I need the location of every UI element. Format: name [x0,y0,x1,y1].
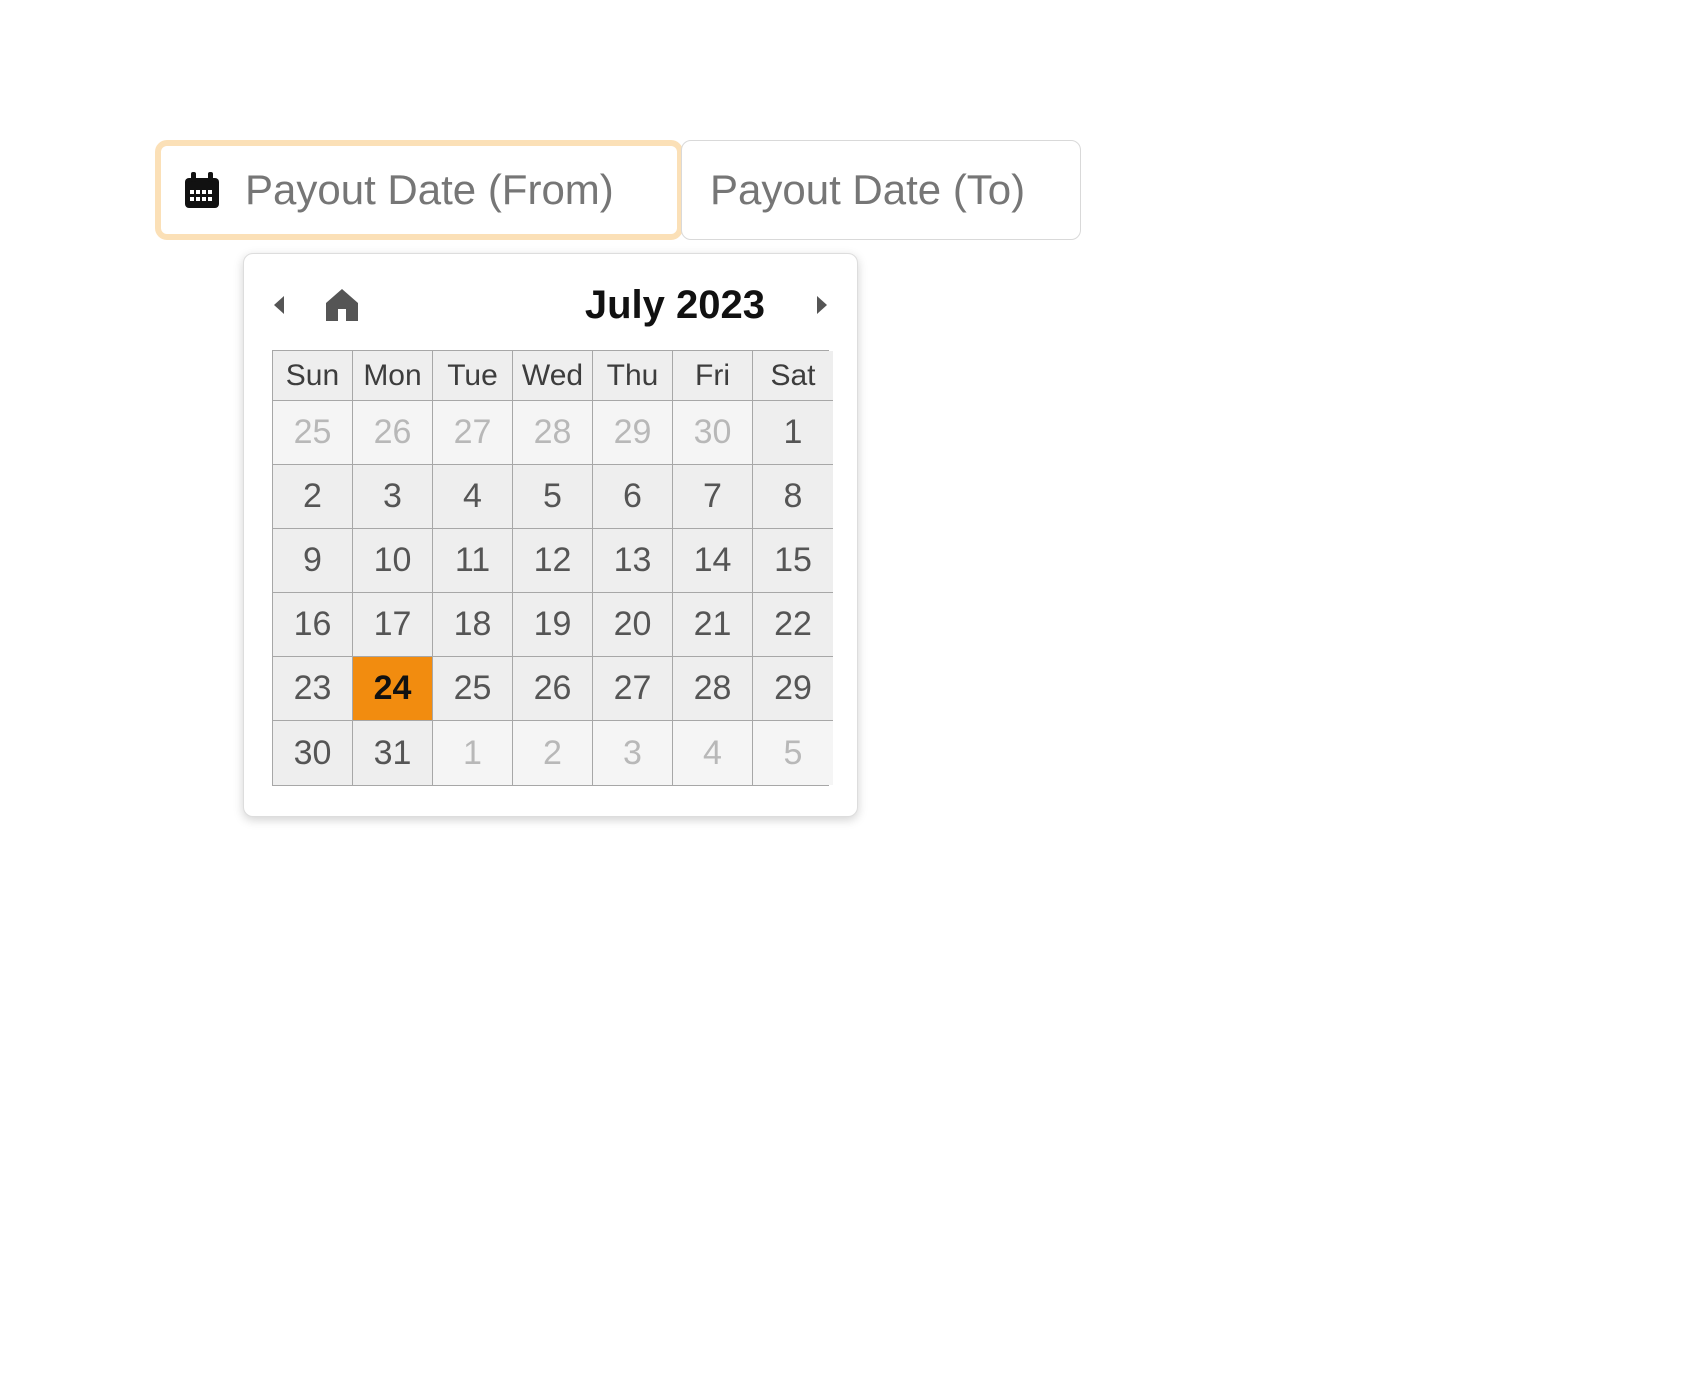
weekday-header: Thu [593,351,673,401]
payout-date-from-input[interactable] [243,165,655,215]
calendar-day[interactable]: 20 [593,593,673,657]
calendar-day[interactable]: 12 [513,529,593,593]
calendar-grid: SunMonTueWedThuFriSat2526272829301234567… [272,350,829,786]
calendar-day-other-month[interactable]: 5 [753,721,833,785]
calendar-day[interactable]: 2 [273,465,353,529]
calendar-day-other-month[interactable]: 2 [513,721,593,785]
calendar-day[interactable]: 30 [273,721,353,785]
calendar-day[interactable]: 23 [273,657,353,721]
home-icon[interactable] [322,287,362,323]
calendar-day[interactable]: 3 [353,465,433,529]
calendar-day[interactable]: 17 [353,593,433,657]
calendar-day[interactable]: 13 [593,529,673,593]
month-year-title[interactable]: July 2023 [362,283,813,328]
calendar-day-today[interactable]: 24 [353,657,433,721]
payout-date-to-input[interactable] [708,165,1054,215]
calendar-day[interactable]: 4 [433,465,513,529]
calendar-day[interactable]: 27 [593,657,673,721]
calendar-day[interactable]: 19 [513,593,593,657]
date-picker-header: July 2023 [272,278,829,332]
calendar-day[interactable]: 14 [673,529,753,593]
calendar-day[interactable]: 25 [433,657,513,721]
date-range-inputs [155,140,1708,240]
prev-month-button[interactable] [272,292,292,318]
calendar-day[interactable]: 31 [353,721,433,785]
payout-date-from-field[interactable] [155,140,683,240]
next-month-button[interactable] [813,294,829,316]
weekday-header: Sat [753,351,833,401]
calendar-day-other-month[interactable]: 4 [673,721,753,785]
weekday-header: Mon [353,351,433,401]
calendar-day[interactable]: 28 [673,657,753,721]
calendar-day-other-month[interactable]: 26 [353,401,433,465]
weekday-header: Tue [433,351,513,401]
calendar-day[interactable]: 5 [513,465,593,529]
calendar-day[interactable]: 22 [753,593,833,657]
weekday-header: Fri [673,351,753,401]
calendar-day[interactable]: 1 [753,401,833,465]
calendar-icon [183,170,221,210]
payout-date-to-field[interactable] [681,140,1081,240]
calendar-day[interactable]: 29 [753,657,833,721]
calendar-day-other-month[interactable]: 28 [513,401,593,465]
calendar-day[interactable]: 11 [433,529,513,593]
calendar-day[interactable]: 18 [433,593,513,657]
calendar-day-other-month[interactable]: 3 [593,721,673,785]
calendar-day[interactable]: 16 [273,593,353,657]
calendar-day-other-month[interactable]: 30 [673,401,753,465]
calendar-day-other-month[interactable]: 1 [433,721,513,785]
calendar-day-other-month[interactable]: 25 [273,401,353,465]
calendar-day[interactable]: 7 [673,465,753,529]
calendar-day-other-month[interactable]: 29 [593,401,673,465]
calendar-day[interactable]: 6 [593,465,673,529]
calendar-day[interactable]: 10 [353,529,433,593]
date-picker-popup: July 2023 SunMonTueWedThuFriSat252627282… [243,253,858,817]
calendar-day[interactable]: 8 [753,465,833,529]
calendar-day[interactable]: 26 [513,657,593,721]
calendar-day[interactable]: 21 [673,593,753,657]
weekday-header: Wed [513,351,593,401]
weekday-header: Sun [273,351,353,401]
calendar-day[interactable]: 15 [753,529,833,593]
calendar-day[interactable]: 9 [273,529,353,593]
calendar-day-other-month[interactable]: 27 [433,401,513,465]
